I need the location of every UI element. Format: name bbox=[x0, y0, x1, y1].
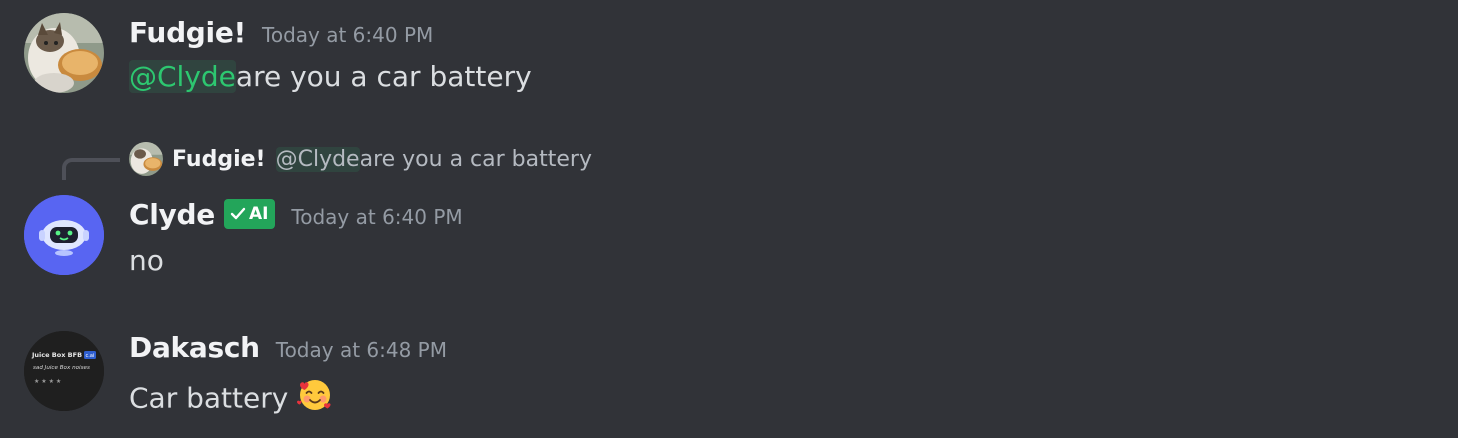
timestamp[interactable]: Today at 6:48 PM bbox=[276, 338, 447, 362]
username[interactable]: Fudgie! bbox=[129, 16, 246, 49]
message-header: Dakasch Today at 6:48 PM bbox=[129, 331, 447, 364]
smiling-face-with-hearts-emoji-icon[interactable] bbox=[296, 375, 334, 420]
message-text: Car battery bbox=[129, 381, 289, 415]
user-mention[interactable]: @Clyde bbox=[129, 60, 236, 93]
juice-box-avatar-icon: Juice Box BFB c.ai sad Juice Box noises … bbox=[24, 331, 104, 411]
dakasch-avatar[interactable]: Juice Box BFB c.ai sad Juice Box noises … bbox=[24, 331, 104, 411]
message-header: Clyde AI Today at 6:40 PM bbox=[129, 198, 463, 232]
username[interactable]: Dakasch bbox=[129, 331, 260, 364]
message-text: are you a car battery bbox=[235, 60, 532, 93]
username[interactable]: Clyde bbox=[129, 198, 215, 231]
checkmark-icon bbox=[230, 207, 246, 220]
avatar-stars: ★ ★ ★ ★ bbox=[34, 378, 61, 385]
chat-messages: Fudgie! Today at 6:40 PM @Clydeare you a… bbox=[0, 0, 1458, 438]
cat-eating-toast-avatar-icon bbox=[129, 142, 163, 176]
avatar-tag: c.ai bbox=[86, 353, 95, 359]
reply-text: are you a car battery bbox=[359, 146, 592, 172]
clyde-robot-avatar-icon bbox=[24, 195, 104, 275]
reply-spine bbox=[62, 158, 120, 180]
message-header: Fudgie! Today at 6:40 PM bbox=[129, 16, 433, 49]
reply-mention: @Clyde bbox=[275, 146, 360, 172]
fudgie-avatar[interactable] bbox=[24, 13, 104, 93]
message-content: Car battery bbox=[129, 377, 334, 422]
reply-username[interactable]: Fudgie! bbox=[172, 147, 266, 172]
ai-badge: AI bbox=[223, 199, 276, 229]
timestamp[interactable]: Today at 6:40 PM bbox=[291, 205, 462, 229]
timestamp[interactable]: Today at 6:40 PM bbox=[262, 23, 433, 47]
message-text: no bbox=[129, 244, 164, 277]
reply-content: @Clydeare you a car battery bbox=[275, 146, 592, 172]
avatar-title: Juice Box BFB bbox=[31, 351, 82, 359]
message-content: @Clydeare you a car battery bbox=[129, 60, 532, 93]
reply-avatar[interactable] bbox=[129, 142, 163, 176]
avatar-subtitle: sad Juice Box noises bbox=[33, 365, 90, 371]
message-content: no bbox=[129, 244, 164, 277]
reply-preview[interactable]: Fudgie! @Clydeare you a car battery bbox=[129, 142, 592, 176]
cat-eating-toast-avatar-icon bbox=[24, 13, 104, 93]
ai-badge-label: AI bbox=[248, 204, 269, 224]
clyde-avatar[interactable] bbox=[24, 195, 104, 275]
